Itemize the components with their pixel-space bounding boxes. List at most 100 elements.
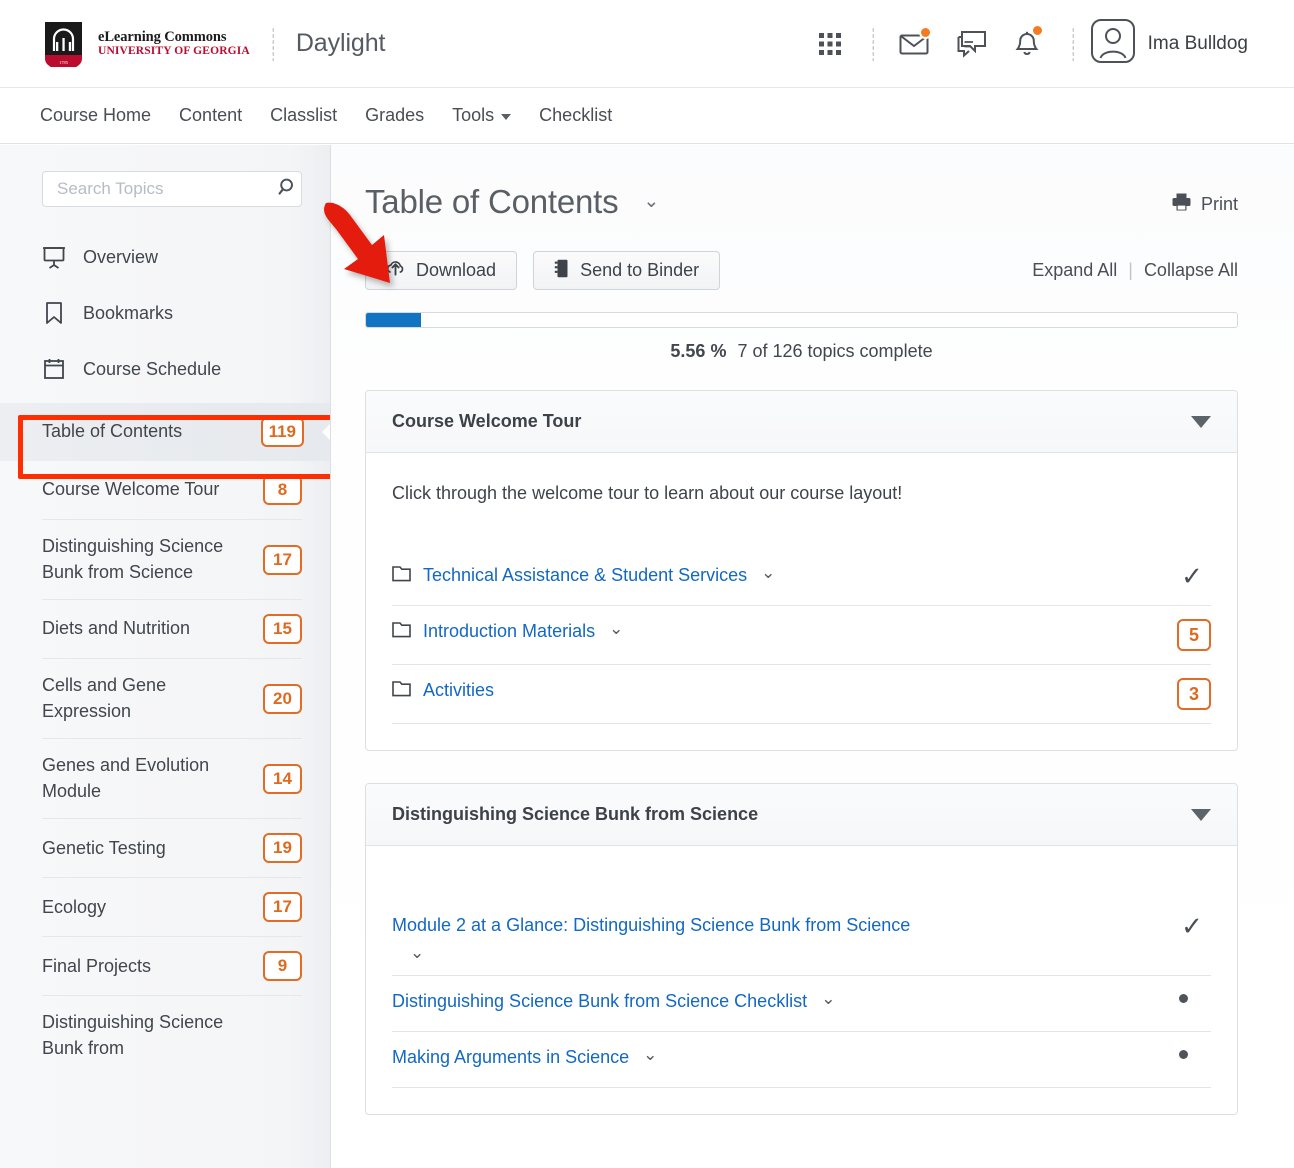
header-divider <box>271 26 274 61</box>
toc-count-badge: 14 <box>263 763 302 794</box>
toc-count-badge: 119 <box>260 417 304 447</box>
module-card-body: Click through the welcome tour to learn … <box>366 453 1237 750</box>
controls-separator: | <box>1128 260 1133 280</box>
waffle-grid-icon[interactable] <box>802 18 858 70</box>
topic-chevron-down-icon[interactable]: ⌄ <box>643 1045 657 1065</box>
topic-row[interactable]: Making Arguments in Science ⌄ <box>392 1032 1211 1088</box>
print-button[interactable]: Print <box>1171 192 1238 217</box>
print-label: Print <box>1200 194 1238 214</box>
sidebar-item-course-schedule[interactable]: Course Schedule <box>0 341 330 397</box>
topic-link[interactable]: Module 2 at a Glance: Distinguishing Sci… <box>392 913 910 937</box>
page-title-text: Table of Contents <box>365 183 619 220</box>
nav-item-tools[interactable]: Tools <box>438 105 525 126</box>
topic-main: Activities <box>392 678 1177 702</box>
module-card: Course Welcome Tour Click through the we… <box>365 390 1238 751</box>
completed-check-icon: ✓ <box>1181 911 1203 941</box>
topic-row[interactable]: Introduction Materials ⌄ 5 <box>392 606 1211 665</box>
progress-bar-track <box>365 312 1238 328</box>
calendar-icon <box>42 357 66 381</box>
search-icon[interactable] <box>278 177 298 202</box>
nav-item-grades[interactable]: Grades <box>351 105 438 126</box>
bell-icon[interactable] <box>1000 18 1056 70</box>
topic-chevron-down-icon[interactable]: ⌄ <box>821 989 835 1009</box>
bookmark-icon <box>42 301 66 325</box>
printer-icon <box>1171 192 1192 217</box>
search-input[interactable] <box>57 179 278 199</box>
toc-label: Cells and Gene Expression <box>42 675 167 721</box>
collapse-triangle-icon[interactable] <box>1191 415 1211 428</box>
chat-bubble-icon[interactable] <box>944 18 1000 70</box>
sidebar-item-module[interactable]: Distinguishing Science Bunk from Science… <box>42 520 302 601</box>
toc-count-badge: 17 <box>263 544 302 575</box>
sidebar-item-module[interactable]: Course Welcome Tour 8 <box>42 461 302 520</box>
expand-all-link[interactable]: Expand All <box>1032 260 1117 281</box>
expand-collapse-controls: Expand All | Collapse All <box>1032 260 1238 281</box>
sidebar-item-table-of-contents[interactable]: Table of Contents 119 <box>0 403 330 461</box>
presentation-screen-icon <box>42 245 66 269</box>
download-label: Download <box>416 260 497 280</box>
module-card-header[interactable]: Course Welcome Tour <box>366 391 1237 453</box>
topic-link[interactable]: Making Arguments in Science <box>392 1045 629 1069</box>
sidebar-item-module[interactable]: Genes and Evolution Module 14 <box>42 739 302 820</box>
action-toolbar: Download Send to Binder Expand All | Col… <box>331 221 1294 290</box>
toc-count-badge: 19 <box>263 833 302 864</box>
module-card-body: Module 2 at a Glance: Distinguishing Sci… <box>366 846 1237 1114</box>
topic-link[interactable]: Distinguishing Science Bunk from Science… <box>392 989 807 1013</box>
nav-item-course-home[interactable]: Course Home <box>40 105 165 126</box>
sidebar-item-module[interactable]: Final Projects 9 <box>42 937 302 997</box>
header-divider-2 <box>871 26 874 61</box>
topic-chevron-down-icon[interactable]: ⌄ <box>410 944 1155 963</box>
folder-icon <box>392 680 411 702</box>
sidebar-item-module[interactable]: Genetic Testing 19 <box>42 819 302 879</box>
module-card-list: Course Welcome Tour Click through the we… <box>331 362 1294 1115</box>
topic-link[interactable]: Activities <box>423 678 494 702</box>
nav-label: Course Home <box>40 105 152 125</box>
module-card-header[interactable]: Distinguishing Science Bunk from Science <box>366 784 1237 846</box>
sidebar-item-overview[interactable]: Overview <box>0 229 330 285</box>
header-divider-3 <box>1071 26 1074 61</box>
sidebar-item-bookmarks[interactable]: Bookmarks <box>0 285 330 341</box>
collapse-all-link[interactable]: Collapse All <box>1144 260 1238 281</box>
send-to-binder-button[interactable]: Send to Binder <box>533 251 721 290</box>
sidebar-item-module[interactable]: Diets and Nutrition 15 <box>42 600 302 660</box>
sidebar-item-module[interactable]: Ecology 17 <box>42 878 302 938</box>
header-actions: Ima Bulldog <box>802 18 1248 70</box>
avatar <box>1090 18 1136 69</box>
search-topics-box[interactable] <box>42 171 302 207</box>
topic-count-badge: 3 <box>1177 678 1211 710</box>
sidebar-item-module[interactable]: Cells and Gene Expression 20 <box>42 659 302 740</box>
toc-module-list: Table of Contents 119 Course Welcome Tou… <box>0 403 330 1075</box>
topic-link[interactable]: Introduction Materials <box>423 619 595 643</box>
app-title: Daylight <box>295 29 386 57</box>
user-menu[interactable]: Ima Bulldog <box>1090 18 1248 69</box>
sidebar-item-label: Bookmarks <box>83 302 174 323</box>
nav-item-content[interactable]: Content <box>165 105 256 126</box>
toc-label: Genetic Testing <box>42 837 166 858</box>
page-title-chevron-down-icon[interactable]: ⌄ <box>643 190 659 213</box>
bell-unread-dot <box>1030 23 1044 37</box>
sidebar-item-module[interactable]: Distinguishing Science Bunk from <box>42 996 302 1075</box>
brand-line-primary: eLearning Commons <box>98 28 227 45</box>
topic-row[interactable]: Technical Assistance & Student Services … <box>392 550 1211 606</box>
sidebar-nav-list: Overview Bookmarks Course Schedule <box>0 229 330 397</box>
nav-label: Tools <box>452 105 495 125</box>
brand-logo[interactable]: 1785 eLearning Commons UNIVERSITY OF GEO… <box>40 20 250 67</box>
topic-link[interactable]: Technical Assistance & Student Services <box>423 563 747 587</box>
topic-row[interactable]: Distinguishing Science Bunk from Science… <box>392 976 1211 1032</box>
toc-count-badge: 8 <box>263 475 302 505</box>
nav-label: Grades <box>365 105 425 125</box>
nav-item-checklist[interactable]: Checklist <box>525 105 626 126</box>
topic-row[interactable]: Module 2 at a Glance: Distinguishing Sci… <box>392 900 1211 976</box>
topic-chevron-down-icon[interactable]: ⌄ <box>609 619 623 639</box>
module-card: Distinguishing Science Bunk from Science… <box>365 783 1238 1115</box>
topic-row[interactable]: Activities 3 <box>392 665 1211 724</box>
download-cloud-icon <box>386 259 405 282</box>
envelope-icon[interactable] <box>888 18 944 70</box>
toc-label: Distinguishing Science Bunk from <box>42 1012 224 1058</box>
collapse-triangle-icon[interactable] <box>1191 808 1211 821</box>
toc-label: Course Welcome Tour <box>42 479 220 500</box>
nav-item-classlist[interactable]: Classlist <box>256 105 351 126</box>
svg-text:1785: 1785 <box>59 60 69 65</box>
download-button[interactable]: Download <box>365 251 518 290</box>
topic-chevron-down-icon[interactable]: ⌄ <box>761 563 775 583</box>
